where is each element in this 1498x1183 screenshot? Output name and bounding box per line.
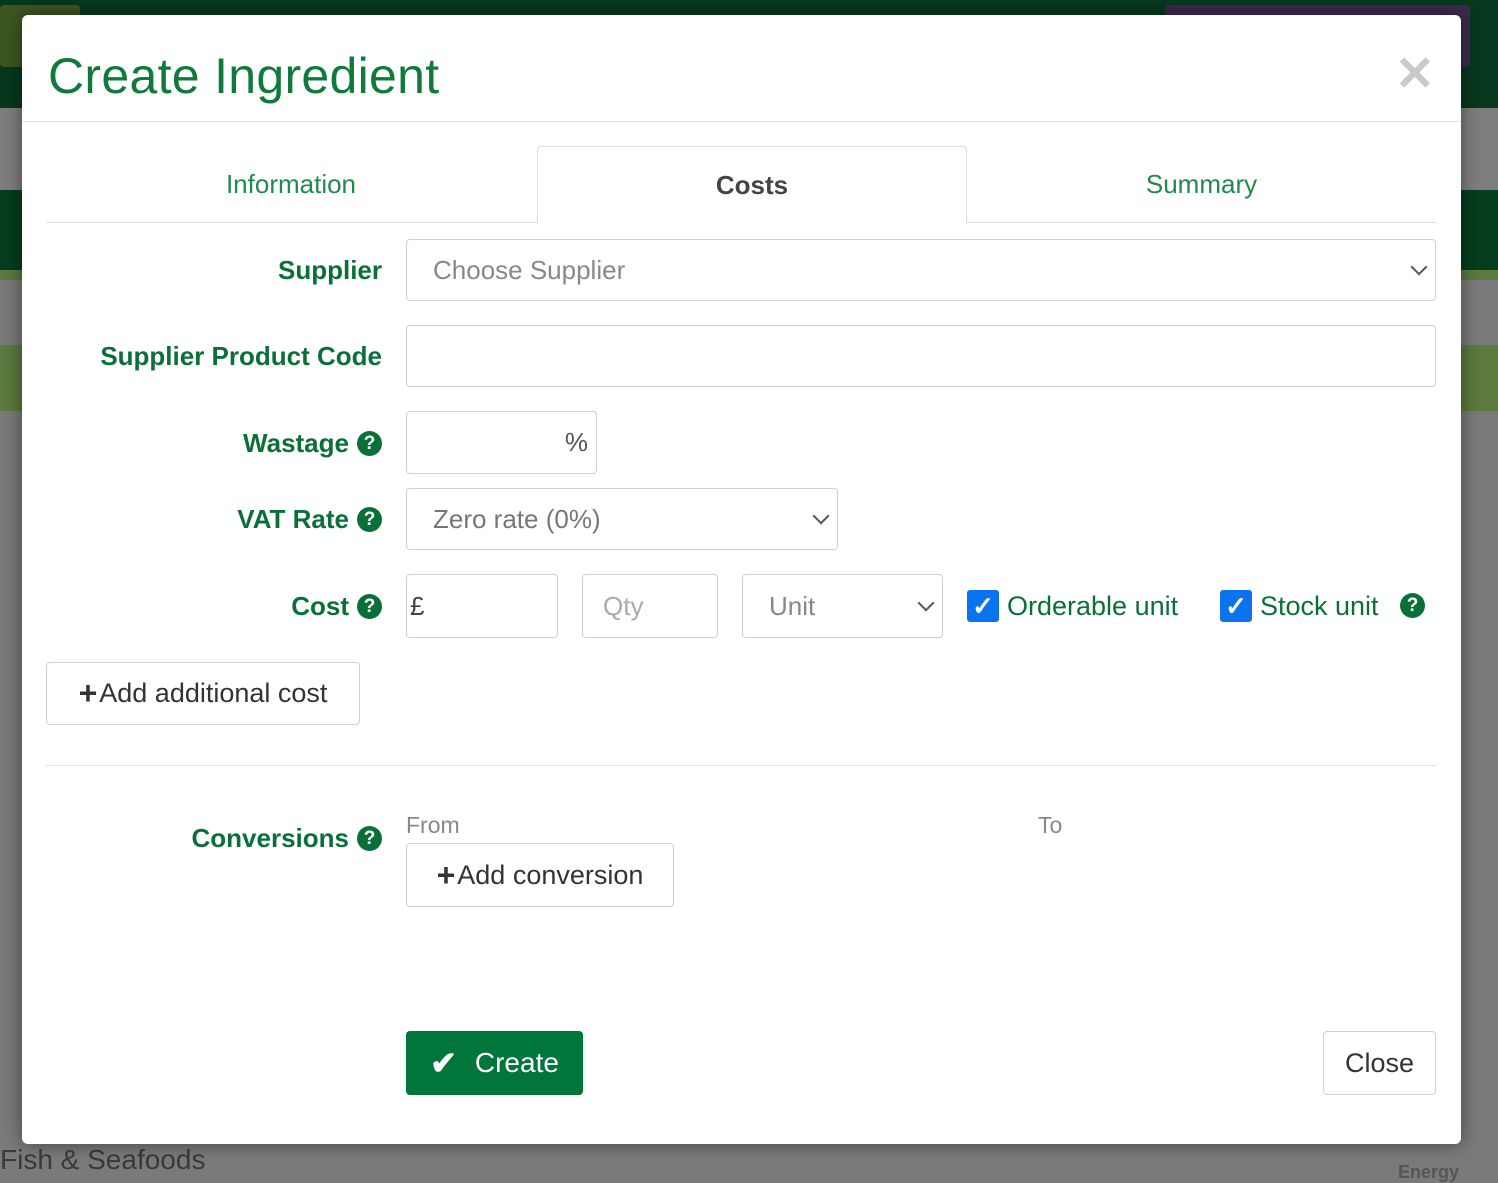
conversion-to-label: To	[1038, 812, 1063, 838]
tab-summary[interactable]: Summary	[967, 146, 1436, 223]
background-column-text: Energy	[1398, 1162, 1460, 1182]
plus-icon: +	[436, 856, 456, 893]
add-additional-cost-button[interactable]: + Add additional cost	[46, 662, 360, 725]
supplier-product-code-label: Supplier Product Code	[100, 341, 382, 371]
tab-costs[interactable]: Costs	[537, 146, 967, 224]
vat-rate-value: Zero rate (0%)	[433, 503, 601, 534]
chevron-down-icon	[917, 594, 935, 612]
conversion-from-label: From	[406, 812, 460, 838]
help-icon[interactable]: ?	[357, 826, 382, 851]
stock-unit-label[interactable]: Stock unit	[1260, 591, 1379, 622]
supplier-label: Supplier	[277, 255, 382, 285]
help-icon[interactable]: ?	[357, 594, 382, 619]
create-ingredient-modal: Create Ingredient ✕ Information Costs Su…	[22, 15, 1461, 1144]
tab-bar: Information Costs Summary	[46, 146, 1436, 224]
stock-unit-checkbox[interactable]: ✓	[1220, 590, 1252, 622]
qty-input[interactable]: Qty	[582, 574, 718, 638]
chevron-down-icon	[1410, 258, 1428, 276]
close-button[interactable]: Close	[1323, 1031, 1436, 1095]
supplier-select[interactable]: Choose Supplier	[406, 239, 1436, 301]
add-conversion-button[interactable]: + Add conversion	[406, 843, 674, 907]
help-icon[interactable]: ?	[357, 431, 382, 456]
tab-information[interactable]: Information	[46, 146, 536, 223]
pound-prefix: £	[410, 590, 425, 621]
help-icon[interactable]: ?	[357, 507, 382, 532]
orderable-unit-checkbox[interactable]: ✓	[967, 590, 999, 622]
wastage-label: Wastage?	[243, 428, 382, 459]
cost-input[interactable]: £	[406, 574, 558, 638]
conversions-label: Conversions?	[192, 823, 382, 854]
vat-rate-label: VAT Rate?	[237, 504, 382, 535]
modal-header: Create Ingredient ✕	[22, 15, 1461, 122]
create-button[interactable]: ✔ Create	[406, 1031, 583, 1095]
background-category-text: Fish & Seafoods	[0, 1144, 206, 1175]
unit-placeholder: Unit	[769, 590, 816, 621]
unit-select[interactable]: Unit	[742, 574, 943, 638]
modal-title: Create Ingredient	[48, 48, 440, 104]
qty-placeholder: Qty	[603, 590, 644, 621]
close-icon[interactable]: ✕	[1395, 51, 1435, 99]
wastage-input[interactable]: %	[406, 411, 597, 474]
orderable-unit-label[interactable]: Orderable unit	[1007, 591, 1178, 622]
vat-rate-select[interactable]: Zero rate (0%)	[406, 488, 838, 550]
percent-suffix: %	[564, 427, 588, 457]
section-divider	[46, 765, 1436, 766]
supplier-placeholder: Choose Supplier	[433, 254, 626, 285]
help-icon[interactable]: ?	[1400, 593, 1425, 618]
plus-icon: +	[78, 675, 98, 711]
chevron-down-icon	[812, 507, 830, 525]
supplier-product-code-input[interactable]	[406, 325, 1436, 387]
check-icon: ✔	[430, 1045, 457, 1081]
cost-label: Cost?	[291, 591, 382, 622]
